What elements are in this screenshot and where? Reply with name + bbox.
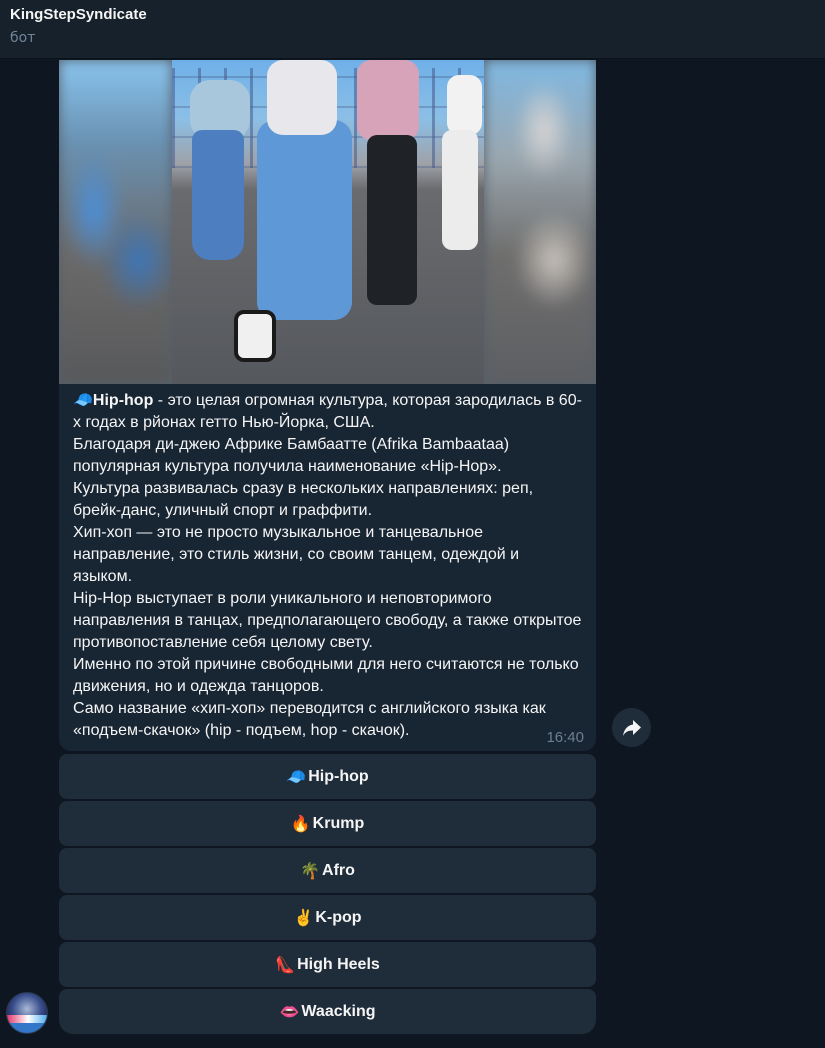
- message-text: 🧢Hip-hop - это целая огромная культура, …: [59, 384, 596, 742]
- high-heels-button[interactable]: 👠 High Heels: [59, 942, 596, 987]
- message-paragraph: Благодаря ди-джею Африке Бамбаатте (Afri…: [73, 436, 510, 475]
- afro-button[interactable]: 🌴 Afro: [59, 848, 596, 893]
- button-label: Waacking: [301, 1002, 376, 1020]
- victory-hand-icon: ✌: [293, 909, 314, 927]
- krump-button[interactable]: 🔥 Krump: [59, 801, 596, 846]
- button-label: High Heels: [297, 955, 380, 973]
- button-label: Krump: [312, 814, 365, 832]
- message-paragraph: Само название «хип-хоп» переводится с ан…: [73, 700, 546, 739]
- palm-tree-icon: 🌴: [300, 862, 321, 880]
- share-arrow-icon: [622, 719, 641, 736]
- hip-hop-button[interactable]: 🧢 Hip-hop: [59, 754, 596, 799]
- message-bubble[interactable]: 🧢Hip-hop - это целая огромная культура, …: [59, 60, 596, 751]
- message-photo[interactable]: [59, 60, 596, 384]
- photo-dancers: [172, 60, 484, 384]
- inline-keyboard: 🧢 Hip-hop 🔥 Krump 🌴 Afro ✌ K-pop 👠 High …: [59, 754, 596, 1036]
- chat-header[interactable]: KingStepSyndicate бот: [0, 0, 825, 59]
- lips-icon: 👄: [279, 1003, 300, 1021]
- fire-icon: 🔥: [290, 815, 311, 833]
- cap-icon: 🧢: [286, 768, 307, 786]
- chat-title: KingStepSyndicate: [10, 6, 147, 23]
- message-paragraph: Хип-хоп — это не просто музыкальное и та…: [73, 524, 520, 585]
- share-button[interactable]: [612, 708, 651, 747]
- chat-subtitle: бот: [10, 30, 36, 46]
- button-label: Hip-hop: [308, 767, 369, 785]
- message-lead: 🧢Hip-hop - это целая огромная культура, …: [73, 390, 582, 434]
- high-heel-icon: 👠: [275, 956, 296, 974]
- button-label: K-pop: [315, 908, 362, 926]
- message-paragraph: Именно по этой причине свободными для не…: [73, 656, 579, 695]
- cap-emoji: 🧢: [73, 392, 93, 409]
- message-paragraph: Культура развивалась сразу в нескольких …: [73, 480, 534, 519]
- message-lead-bold: Hip-hop: [92, 392, 154, 409]
- k-pop-button[interactable]: ✌ K-pop: [59, 895, 596, 940]
- waacking-button[interactable]: 👄 Waacking: [59, 989, 596, 1034]
- message-paragraph: Hip-Hop выступает в роли уникального и н…: [73, 590, 582, 651]
- message-time: 16:40: [546, 729, 584, 746]
- bot-avatar[interactable]: [6, 992, 48, 1034]
- button-label: Afro: [322, 861, 355, 879]
- chat-area[interactable]: 🧢Hip-hop - это целая огромная культура, …: [0, 60, 825, 1048]
